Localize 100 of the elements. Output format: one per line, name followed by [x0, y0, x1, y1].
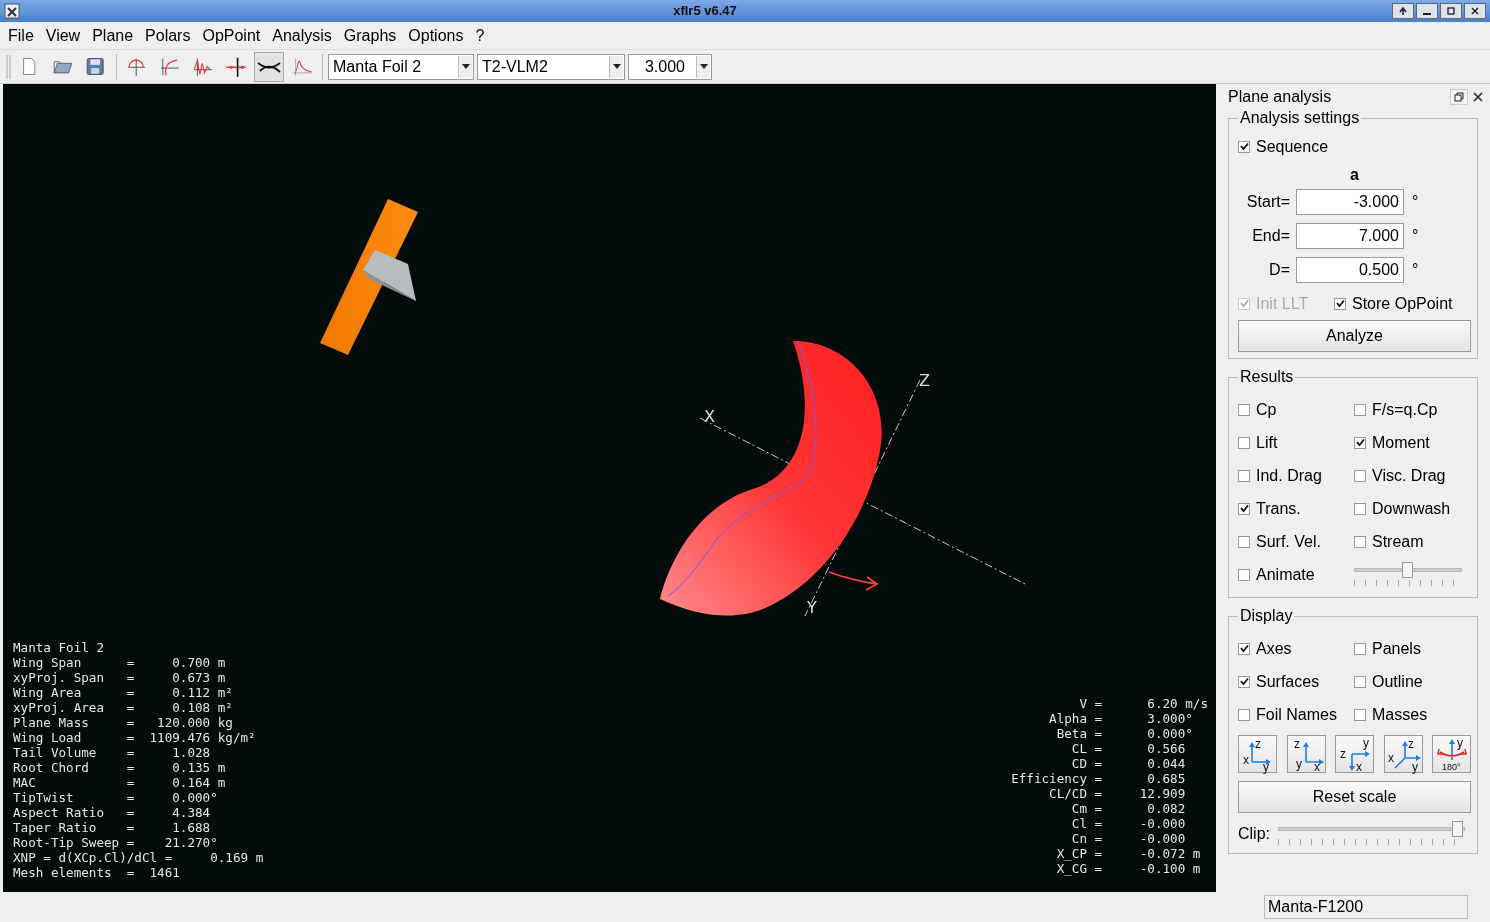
menu-item[interactable]: OpPoint: [196, 23, 267, 48]
checkmark-icon: [1239, 142, 1249, 151]
checkbox[interactable]: Sequence: [1238, 130, 1471, 163]
info-label: CD =: [1070, 756, 1103, 771]
info-line: Aspect Ratio = 4.384: [13, 805, 212, 820]
slider[interactable]: [1354, 561, 1462, 588]
checkbox[interactable]: Lift: [1238, 426, 1354, 459]
info-value: 0.000°: [1146, 726, 1194, 741]
dropdown[interactable]: 3.000: [628, 53, 712, 80]
checkbox[interactable]: Masses: [1354, 698, 1471, 731]
checkbox[interactable]: Surfaces: [1238, 665, 1354, 698]
checkbox[interactable]: Animate: [1238, 558, 1354, 591]
checkmark-icon: [1239, 504, 1249, 513]
variable-label: a: [1349, 165, 1360, 185]
view-button[interactable]: y z x: [1335, 735, 1374, 773]
checkbox[interactable]: Outline: [1354, 665, 1471, 698]
info-line: Wing Span = 0.700 m: [13, 655, 227, 670]
analyze-button[interactable]: Analyze: [1238, 320, 1471, 352]
info-label: Efficiency =: [1011, 771, 1103, 786]
checkbox[interactable]: Downwash: [1354, 492, 1471, 525]
group-title: Display: [1239, 608, 1294, 624]
menu-item[interactable]: Polars: [139, 23, 197, 48]
glider-button[interactable]: [254, 51, 284, 82]
float-button[interactable]: [1450, 89, 1468, 105]
menu-item[interactable]: ?: [469, 23, 491, 48]
info-value: -0.000: [1138, 816, 1187, 831]
view-button[interactable]: z x y: [1238, 735, 1277, 773]
checkbox[interactable]: Moment: [1354, 426, 1471, 459]
glider-icon: [257, 60, 281, 73]
field-label: End=: [1251, 226, 1291, 246]
input-field[interactable]: 7.000: [1296, 223, 1404, 249]
info-line: Plane Mass = 120.000 kg: [13, 715, 234, 730]
info-value: 12.909: [1138, 786, 1187, 801]
group-title: Analysis settings: [1239, 110, 1361, 126]
checkbox[interactable]: Stream: [1354, 525, 1471, 558]
checkmark-icon: [1239, 644, 1249, 653]
view-button[interactable]: y 180°: [1432, 735, 1471, 773]
panel-title: Plane analysis: [1228, 87, 1332, 107]
menu-item[interactable]: View: [39, 23, 87, 48]
minimize-button[interactable]: [1416, 3, 1438, 19]
checkmark-icon: [1355, 438, 1365, 447]
info-value: 6.20 m/s: [1146, 696, 1208, 711]
info-line: Wing Area = 0.112 m²: [13, 685, 234, 700]
info-label: Alpha =: [1048, 711, 1103, 726]
caret-icon: [461, 63, 470, 70]
checkbox[interactable]: Cp: [1238, 393, 1354, 426]
arrow-icon: [828, 571, 878, 591]
up-icon: [1397, 5, 1409, 17]
input-field[interactable]: 0.500: [1296, 257, 1404, 283]
menu-item[interactable]: Plane: [86, 23, 140, 48]
checkmark-icon: [1239, 677, 1249, 686]
axis-label: Z: [919, 371, 930, 390]
menu-item[interactable]: File: [2, 23, 40, 48]
info-label: Cn =: [1070, 831, 1103, 846]
up-button[interactable]: [1392, 3, 1414, 19]
reset-scale-button[interactable]: Reset scale: [1238, 781, 1471, 813]
checkbox[interactable]: Axes: [1238, 632, 1354, 665]
info-value: 3.000°: [1146, 711, 1194, 726]
checkbox[interactable]: Surf. Vel.: [1238, 525, 1354, 558]
checkbox[interactable]: F/s=q.Cp: [1354, 393, 1471, 426]
toolbar-grip: [6, 52, 12, 81]
clip-label: Clip:: [1238, 824, 1270, 844]
unit-label: °: [1412, 260, 1419, 280]
status-field: Manta-F1200: [1264, 895, 1468, 919]
checkbox[interactable]: Visc. Drag: [1354, 459, 1471, 492]
maximize-icon: [1445, 5, 1457, 17]
minimize-icon: [1423, 13, 1431, 15]
info-value: 0.082: [1146, 801, 1187, 816]
unit-label: °: [1412, 192, 1419, 212]
caret-icon: [699, 63, 708, 70]
menu-item[interactable]: Options: [402, 23, 470, 48]
info-value: -0.100 m: [1138, 861, 1202, 876]
checkbox[interactable]: Ind. Drag: [1238, 459, 1354, 492]
view-button[interactable]: z x y: [1383, 735, 1423, 773]
checkbox[interactable]: Trans.: [1238, 492, 1354, 525]
info-label: X_CG =: [1055, 861, 1103, 876]
close-button[interactable]: [1464, 3, 1486, 19]
dropdown[interactable]: Manta Foil 2: [328, 53, 474, 80]
checkbox[interactable]: Store OpPoint: [1334, 287, 1471, 320]
group-title: Results: [1239, 369, 1295, 385]
info-line: MAC = 0.164 m: [13, 775, 227, 790]
windows-icon: [1454, 92, 1464, 102]
menu-item[interactable]: Analysis: [266, 23, 338, 48]
slider[interactable]: [1278, 821, 1465, 847]
info-line: Tail Volume = 1.028: [13, 745, 212, 760]
info-line: xyProj. Area = 0.108 m²: [13, 700, 234, 715]
menu-item[interactable]: Graphs: [337, 23, 403, 48]
view-button[interactable]: z y x: [1286, 735, 1326, 773]
info-line: Wing Load = 1109.476 kg/m²: [13, 730, 257, 745]
info-label: Cl =: [1070, 816, 1103, 831]
checkbox[interactable]: Panels: [1354, 632, 1471, 665]
checkmark-icon: [1239, 299, 1249, 308]
info-value: 0.044: [1146, 756, 1187, 771]
checkbox[interactable]: Foil Names: [1238, 698, 1354, 731]
info-line: Mesh elements = 1461: [13, 865, 181, 880]
dropdown[interactable]: T2-VLM2: [477, 53, 625, 80]
close-icon: [1473, 92, 1483, 102]
info-line: Taper Ratio = 1.688: [13, 820, 212, 835]
maximize-button[interactable]: [1440, 3, 1462, 19]
input-field[interactable]: -3.000: [1296, 189, 1404, 215]
